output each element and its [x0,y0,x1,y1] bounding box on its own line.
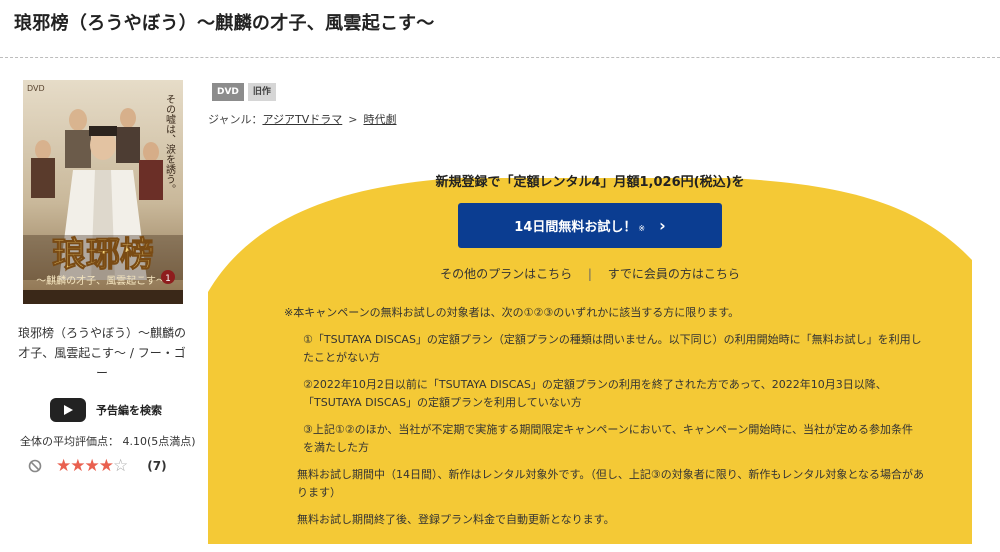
notes-item: ①「TSUTAYA DISCAS」の定額プラン（定額プランの種類は問いません。以… [303,333,922,364]
tag-dvd: DVD [212,83,244,101]
free-trial-label: 14日間無料お試し！ [514,220,637,235]
format-tags: DVD 旧作 [212,83,276,101]
genre-link-period-drama[interactable]: 時代劇 [363,111,396,127]
page-title: 琅邪榜（ろうやぼう）〜麒麟の才子、風雲起こす〜 [14,13,435,34]
trailer-label: 予告編を検索 [96,404,162,417]
star-filled-icon: ★ [56,456,71,476]
genre-breadcrumb: ジャンル： アジアTVドラマ > 時代劇 [208,111,396,127]
link-divider: | [587,267,592,281]
star-filled-icon: ★ [70,456,85,476]
review-count[interactable]: (7) [147,459,166,473]
genre-link-asian-tv-drama[interactable]: アジアTVドラマ [262,111,342,127]
work-title-cast[interactable]: 琅邪榜（ろうやぼう）〜麒麟の才子、風雲起こす〜 / フー・ゴー [14,323,190,383]
title-divider [0,57,1000,58]
star-filled-icon: ★ [98,456,114,476]
notes-auto-renew: 無料お試し期間終了後、登録プラン料金で自動更新となります。 [297,513,615,526]
other-plans-link[interactable]: その他のプランはこちら [440,267,572,281]
free-trial-button[interactable]: 14日間無料お試し！ ※ › [458,203,722,248]
cover-subtitle: 〜麒麟の才子、風雲起こす〜 [36,274,166,287]
rating-stars: ★★★★☆ [56,456,128,476]
no-entry-icon[interactable] [28,459,42,473]
notes-heading: ※本キャンペーンの無料お試しの対象者は、次の①②③のいずれかに該当する方に限りま… [284,306,740,319]
cover-main-title: 琅琊榜 [52,235,154,275]
play-icon [50,398,86,422]
cover-catch-copy: その嘘は、涙を誘う。 [164,94,176,194]
star-empty-icon: ☆ [113,456,128,476]
cover-volume-number: 1 [165,274,171,284]
plan-links: その他のプランはこちら | すでに会員の方はこちら [208,265,972,282]
member-login-link[interactable]: すでに会員の方はこちら [608,267,740,281]
rating-row: ★★★★☆ (7) [28,456,167,476]
cover-format-label: DVD [27,84,45,93]
notes-trial-period: 無料お試し期間中（14日間）、新作はレンタル対象外です。（但し、上記③の対象者に… [297,468,924,499]
promo-headline: 新規登録で「定額レンタル4」月額1,026円(税込)を [435,175,745,190]
notes-item: ②2022年10月2日以前に「TSUTAYA DISCAS」の定額プランの利用を… [303,378,887,409]
campaign-notes: ※本キャンペーンの無料お試しの対象者は、次の①②③のいずれかに該当する方に限りま… [284,304,924,538]
dvd-cover-image[interactable]: その嘘は、涙を誘う。 DVD 琅琊榜 〜麒麟の才子、風雲起こす〜 1 [23,80,183,304]
average-rating-text: 全体の平均評価点： 4.10(5点満点) [20,435,196,448]
genre-prefix: ジャンル： [208,113,263,126]
trailer-search-button[interactable]: 予告編を検索 [50,398,162,422]
tag-old-release: 旧作 [247,83,276,101]
free-trial-note-mark: ※ [638,224,646,233]
genre-separator: > [348,112,358,126]
star-filled-icon: ★ [84,456,100,476]
chevron-right-icon: › [659,216,666,235]
notes-item: ③上記①②のほか、当社が不定期で実施する期間限定キャンペーンにおいて、キャンペー… [303,423,914,454]
